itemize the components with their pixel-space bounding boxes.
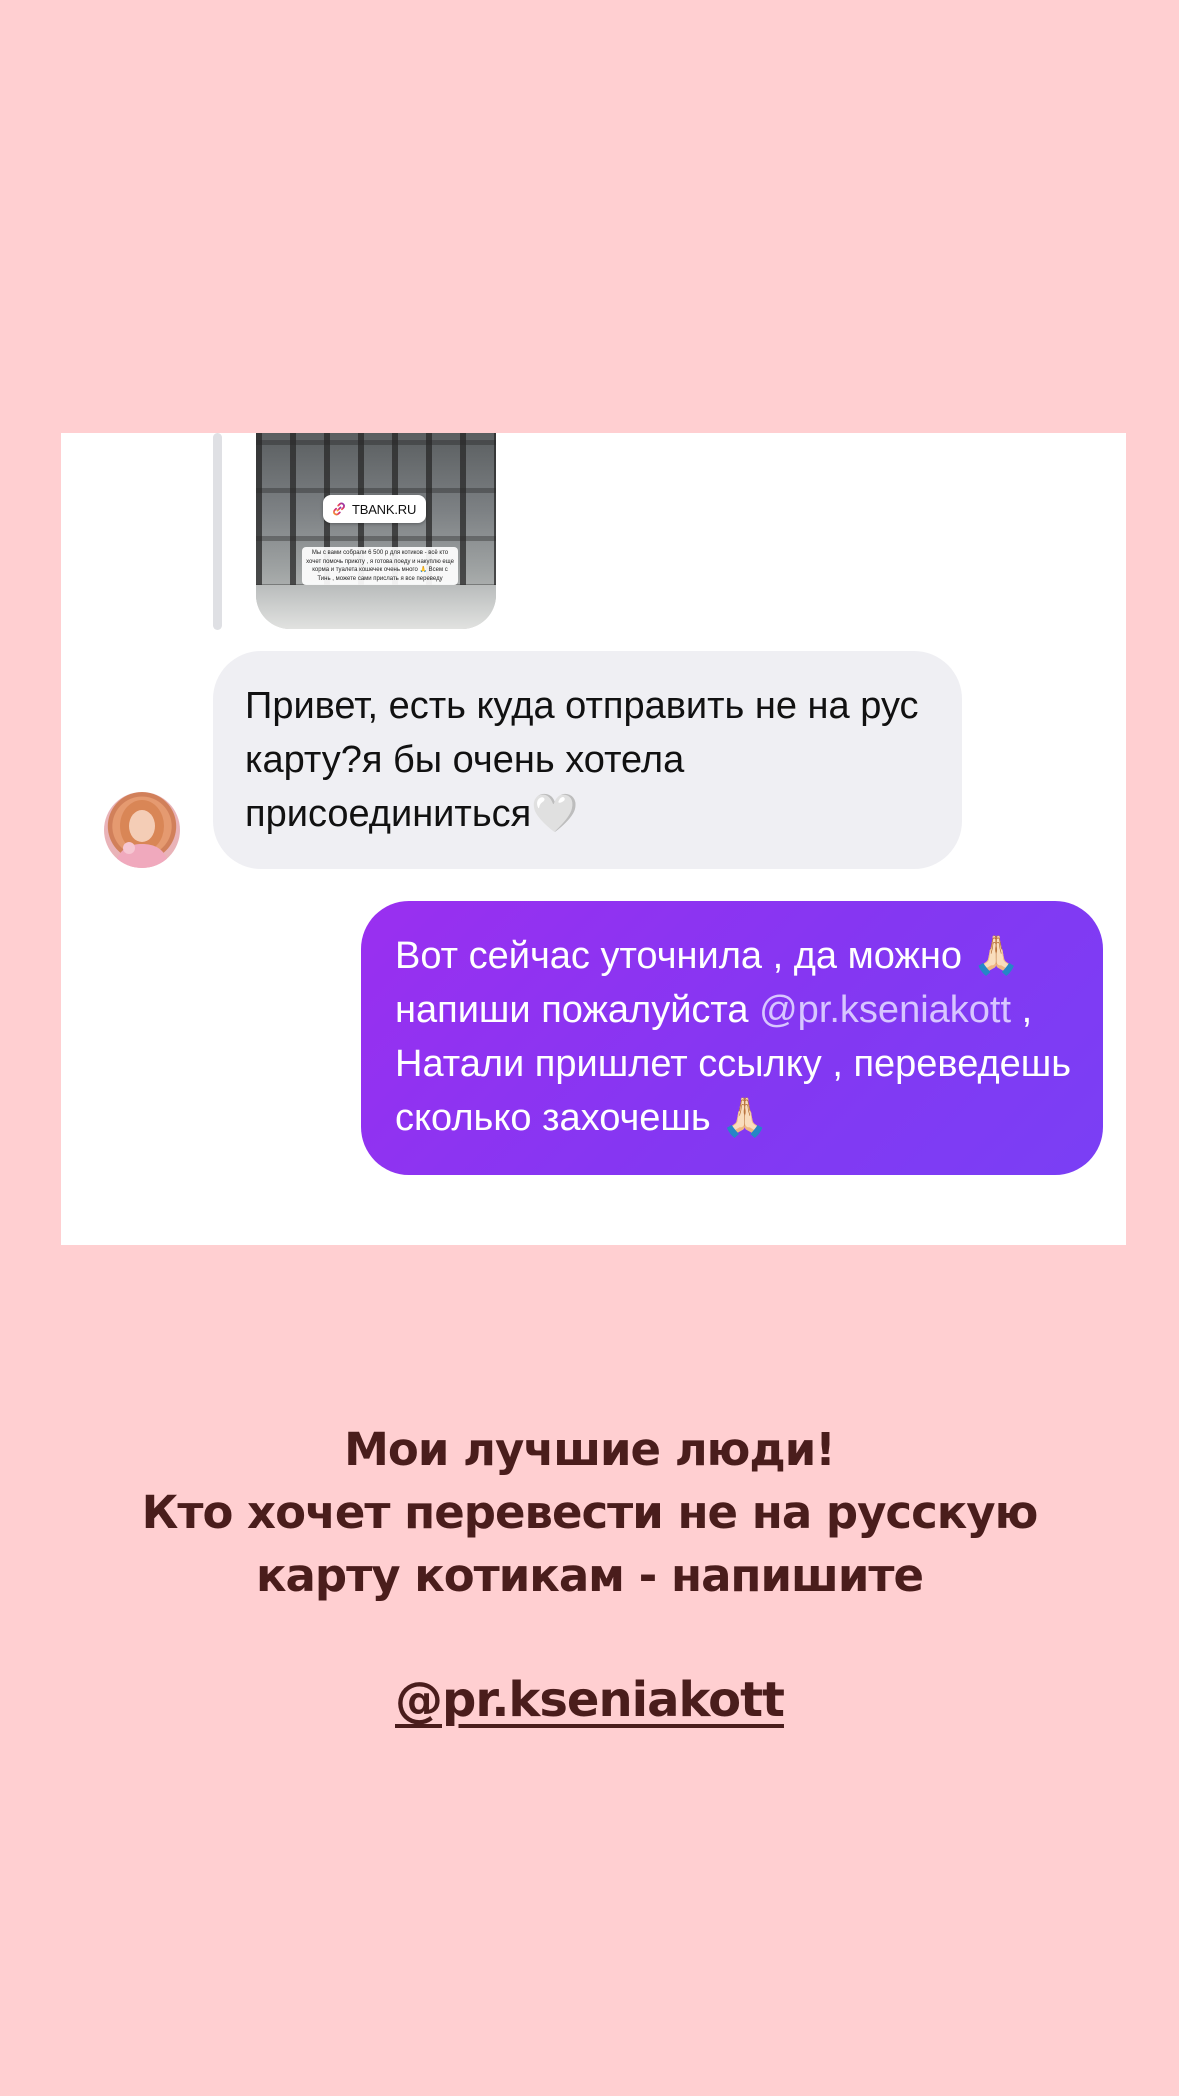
chat-screenshot: TBANK.RU Мы с вами собрали 6 500 р для к…: [61, 433, 1126, 1245]
headline-line-1: Мои лучшие люди!: [344, 1423, 836, 1476]
link-sticker-label: TBANK.RU: [352, 501, 417, 517]
shared-story-preview[interactable]: TBANK.RU Мы с вами собрали 6 500 р для к…: [256, 433, 496, 629]
mention-sticker-label: @pr.kseniakott: [395, 1672, 785, 1728]
mention-link[interactable]: @pr.kseniakott: [759, 989, 1011, 1031]
headline-line-3: карту котикам - напишите: [256, 1549, 924, 1602]
link-icon: [331, 501, 347, 517]
link-sticker[interactable]: TBANK.RU: [323, 495, 427, 523]
reply-indicator-bar: [213, 433, 222, 630]
outgoing-message-bubble[interactable]: Вот сейчас уточнила , да можно 🙏🏻 напиши…: [361, 901, 1103, 1175]
incoming-message-bubble[interactable]: Привет, есть куда отправить не на рус ка…: [213, 651, 962, 869]
headline-line-2: Кто хочет перевести не на русскую: [141, 1486, 1039, 1539]
story-caption: Мы с вами собрали 6 500 р для котиков - …: [302, 547, 458, 585]
photo-floor: [256, 585, 496, 629]
mention-sticker[interactable]: @pr.kseniakott: [0, 1670, 1179, 1730]
story-headline: Мои лучшие люди! Кто хочет перевести не …: [0, 1418, 1179, 1607]
sender-avatar[interactable]: [104, 792, 180, 868]
